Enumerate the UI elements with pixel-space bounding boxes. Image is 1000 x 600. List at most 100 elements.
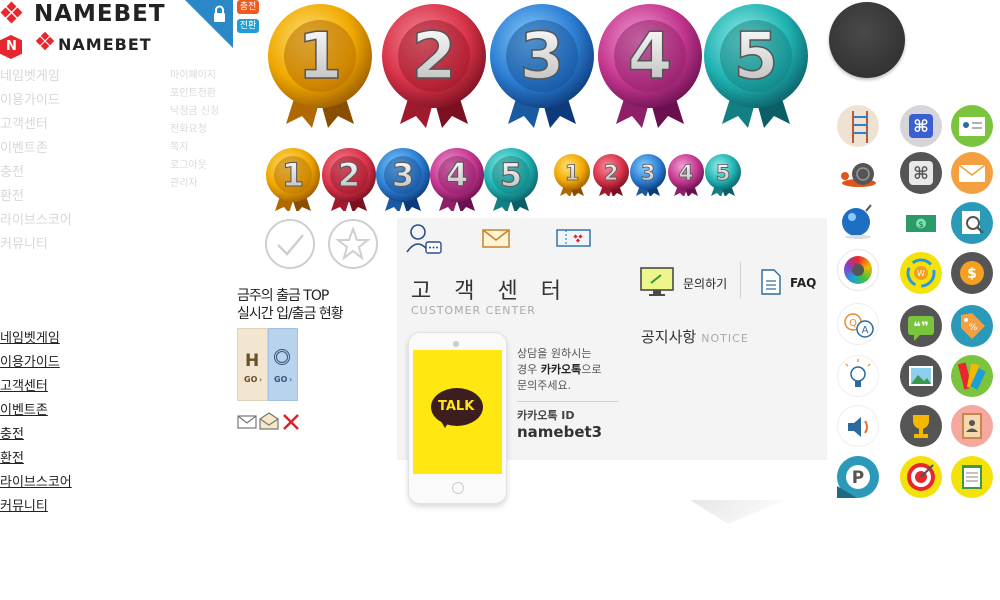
id-card-icon[interactable] bbox=[951, 105, 993, 147]
nav-sub-item[interactable]: 전화요청 bbox=[170, 121, 240, 139]
medals-small: 1 2 3 4 5 bbox=[554, 154, 741, 196]
faq-button[interactable]: FAQ bbox=[760, 268, 820, 298]
faq-label: FAQ bbox=[790, 276, 817, 290]
go-button-2[interactable]: GO › bbox=[268, 328, 298, 401]
nav-faded-item[interactable]: 환전 bbox=[0, 185, 100, 209]
medal-s-1: 1 bbox=[554, 154, 590, 196]
target-icon[interactable] bbox=[900, 456, 942, 498]
lightbulb-icon[interactable] bbox=[837, 355, 879, 397]
medal-4-label: 4 bbox=[628, 20, 673, 94]
medal-s-4-label: 4 bbox=[679, 161, 694, 185]
coin-cycle-icon[interactable]: W bbox=[900, 252, 942, 294]
nav-item-guide[interactable]: 이용가이드 bbox=[0, 351, 110, 375]
medal-s-5-label: 5 bbox=[716, 161, 731, 185]
phone-shadow bbox=[690, 500, 785, 524]
nav-faded-item[interactable]: 고객센터 bbox=[0, 113, 100, 137]
svg-text:⌘: ⌘ bbox=[913, 117, 929, 137]
medal-m-4-label: 4 bbox=[446, 156, 468, 194]
nav-sub-item[interactable]: 낙첨금 신청 bbox=[170, 103, 240, 121]
delete-icon[interactable] bbox=[282, 413, 300, 431]
qa-icon[interactable]: QA bbox=[837, 303, 879, 345]
medal-3-label: 3 bbox=[520, 20, 565, 94]
medals-medium: 1 2 3 4 5 bbox=[266, 148, 538, 211]
mail-open-icon[interactable] bbox=[259, 412, 279, 430]
ladder-icon[interactable] bbox=[837, 105, 879, 147]
kakao-screen[interactable]: TALK bbox=[413, 350, 502, 474]
search-icon[interactable] bbox=[951, 202, 993, 244]
snail-icon[interactable] bbox=[837, 152, 879, 194]
medal-5: 5 bbox=[704, 4, 808, 128]
medal-s-3: 3 bbox=[630, 154, 666, 196]
medal-m-3-label: 3 bbox=[392, 156, 414, 194]
nav-sub-item[interactable]: 포인트전환 bbox=[170, 85, 240, 103]
tag-icon[interactable]: % bbox=[951, 305, 993, 347]
nav-item-game[interactable]: 네임벳게임 bbox=[0, 327, 110, 351]
kakao-instructions: 상담을 원하시는 경우 카카오톡으로 문의주세요. bbox=[517, 347, 602, 392]
customer-center-subtitle: CUSTOMER CENTER bbox=[411, 304, 536, 317]
money-icon[interactable]: $ bbox=[900, 202, 942, 244]
nav-item-event[interactable]: 이벤트존 bbox=[0, 399, 110, 423]
medals-large: 1 2 3 4 5 bbox=[268, 4, 808, 128]
nav-faded-item[interactable]: 충전 bbox=[0, 161, 100, 185]
quote-icon[interactable]: ❝❞ bbox=[900, 305, 942, 347]
ticket-icon[interactable] bbox=[556, 227, 592, 249]
inquiry-label: 문의하기 bbox=[683, 277, 728, 291]
nav-faded-item[interactable]: 커뮤니티 bbox=[0, 233, 100, 257]
go-button-1[interactable]: H GO › bbox=[237, 328, 268, 401]
command-key-dark-icon[interactable]: ⌘ bbox=[900, 152, 942, 194]
nav-sub-item[interactable]: 마이페이지 bbox=[170, 67, 240, 85]
notepad-icon[interactable] bbox=[951, 456, 993, 498]
bomb-icon[interactable] bbox=[837, 199, 879, 241]
nav-item-community[interactable]: 커뮤니티 bbox=[0, 495, 110, 519]
speaker-icon[interactable] bbox=[837, 405, 879, 447]
nav-faded-item[interactable]: 이벤트존 bbox=[0, 137, 100, 161]
nav-sub-item[interactable]: 관리자 bbox=[170, 175, 240, 193]
agent-icon[interactable] bbox=[404, 222, 444, 258]
inquiry-faq-divider bbox=[740, 262, 741, 298]
color-palette-icon[interactable] bbox=[951, 355, 993, 397]
mail-circle-icon[interactable] bbox=[951, 152, 993, 194]
medal-5-label: 5 bbox=[734, 20, 779, 94]
medal-2: 2 bbox=[382, 4, 486, 128]
medal-3: 3 bbox=[490, 4, 594, 128]
nav-item-charge[interactable]: 충전 bbox=[0, 423, 110, 447]
medal-m-1-label: 1 bbox=[282, 156, 304, 194]
medal-s-2: 2 bbox=[593, 154, 629, 196]
mail-icon[interactable] bbox=[237, 414, 257, 430]
nav-item-customer[interactable]: 고객센터 bbox=[0, 375, 110, 399]
nav-faded-item[interactable]: 라이브스코어 bbox=[0, 209, 100, 233]
nav-sub-item[interactable]: 로그아웃 bbox=[170, 157, 240, 175]
kakao-id-label: 카카오톡 ID bbox=[517, 409, 575, 422]
lock-ribbon[interactable] bbox=[185, 0, 233, 48]
exchange-badge[interactable]: 전환 bbox=[237, 19, 259, 33]
contacts-book-icon[interactable] bbox=[951, 405, 993, 447]
inquiry-button[interactable]: 문의하기 bbox=[640, 266, 740, 300]
logo-top[interactable]: NAMEBET bbox=[0, 0, 175, 30]
nav-faded-item[interactable]: 이용가이드 bbox=[0, 89, 100, 113]
logo-second[interactable]: N NAMEBET bbox=[0, 31, 160, 61]
trophy-icon[interactable] bbox=[900, 405, 942, 447]
customer-center-title: 고 객 센 터 bbox=[411, 279, 569, 304]
nav-item-exchange[interactable]: 환전 bbox=[0, 447, 110, 471]
coin-dollar-icon[interactable]: $ bbox=[951, 252, 993, 294]
check-button[interactable] bbox=[264, 218, 316, 270]
nav-item-livescore[interactable]: 라이브스코어 bbox=[0, 471, 110, 495]
command-key-icon[interactable]: ⌘ bbox=[900, 105, 942, 147]
talk-bubble-tail bbox=[439, 418, 451, 428]
nav-sub-item[interactable]: 쪽지 bbox=[170, 139, 240, 157]
nav-main: 네임벳게임 이용가이드 고객센터 이벤트존 충전 환전 라이브스코어 커뮤니티 bbox=[0, 327, 110, 519]
phone-mockup: TALK bbox=[408, 332, 507, 504]
nav-faded-item[interactable]: 네임벳게임 bbox=[0, 65, 100, 89]
image-icon[interactable] bbox=[900, 355, 942, 397]
phone-speaker bbox=[453, 341, 459, 347]
charge-badge[interactable]: 충전 bbox=[237, 0, 259, 14]
star-button[interactable] bbox=[327, 218, 379, 270]
color-wheel-icon[interactable] bbox=[837, 249, 879, 291]
parking-icon[interactable]: P bbox=[837, 456, 879, 498]
medal-m-5: 5 bbox=[484, 148, 538, 211]
envelope-icon[interactable] bbox=[482, 227, 510, 249]
medal-m-4: 4 bbox=[430, 148, 484, 211]
dark-circle bbox=[829, 2, 905, 78]
svg-text:A: A bbox=[862, 325, 869, 336]
realtime-title: 실시간 입/출금 현황 bbox=[237, 306, 344, 322]
